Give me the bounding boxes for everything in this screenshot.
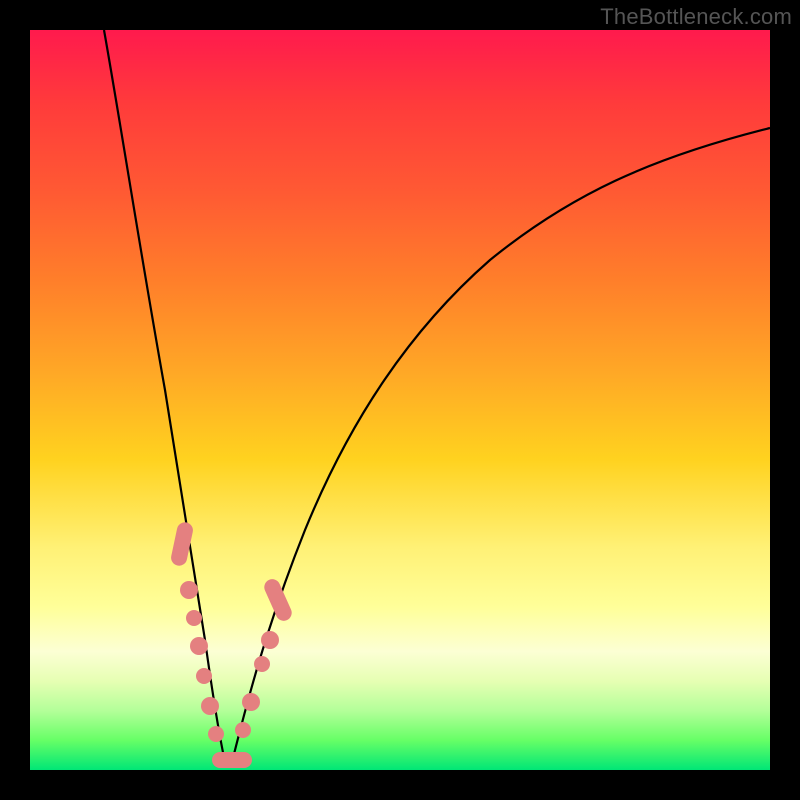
marker-group xyxy=(170,521,295,768)
marker-dot xyxy=(190,637,208,655)
marker-dot xyxy=(242,693,260,711)
plot-area xyxy=(30,30,770,770)
marker-dot xyxy=(180,581,198,599)
curve-left-branch xyxy=(104,30,225,762)
chart-frame: TheBottleneck.com xyxy=(0,0,800,800)
marker-pill xyxy=(212,752,252,768)
marker-dot xyxy=(201,697,219,715)
curve-right-branch xyxy=(232,128,770,762)
marker-pill xyxy=(262,577,295,624)
marker-dot xyxy=(235,722,251,738)
marker-dot xyxy=(254,656,270,672)
marker-dot xyxy=(208,726,224,742)
marker-dot xyxy=(186,610,202,626)
bottleneck-curve xyxy=(30,30,770,770)
marker-dot xyxy=(261,631,279,649)
marker-dot xyxy=(196,668,212,684)
watermark-text: TheBottleneck.com xyxy=(600,4,792,30)
